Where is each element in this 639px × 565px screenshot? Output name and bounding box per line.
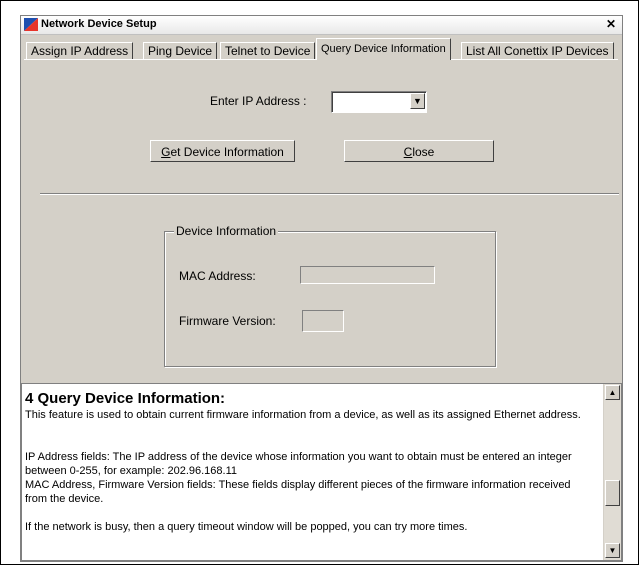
arrow-down-icon[interactable]: ▼ bbox=[605, 543, 620, 558]
close-button-label: lose bbox=[412, 145, 435, 159]
firmware-version-field bbox=[302, 310, 344, 332]
title-bar[interactable]: Network Device Setup ✕ bbox=[21, 16, 622, 35]
firmware-version-label: Firmware Version: bbox=[179, 314, 276, 328]
mac-address-label: MAC Address: bbox=[179, 269, 256, 283]
help-paragraph: If the network is busy, then a query tim… bbox=[25, 521, 468, 533]
help-paragraph: IP Address fields: The IP address of the… bbox=[25, 451, 572, 477]
enter-ip-address-label: Enter IP Address : bbox=[210, 94, 307, 108]
close-button[interactable]: Close bbox=[344, 140, 494, 162]
tab-list-all-conettix-ip-devices[interactable]: List All Conettix IP Devices bbox=[461, 42, 614, 60]
help-paragraph: MAC Address, Firmware Version fields: Th… bbox=[25, 479, 571, 505]
tab-assign-ip-address[interactable]: Assign IP Address bbox=[26, 42, 134, 60]
tab-query-device-information[interactable]: Query Device Information bbox=[316, 38, 451, 60]
close-icon[interactable]: ✕ bbox=[604, 17, 618, 31]
get-button-label: et Device Information bbox=[170, 145, 284, 159]
scrollbar-thumb[interactable] bbox=[605, 480, 620, 506]
window-title: Network Device Setup bbox=[41, 18, 157, 30]
tab-telnet-to-device[interactable]: Telnet to Device bbox=[220, 42, 316, 60]
help-text-pane[interactable]: 4 Query Device Information: This feature… bbox=[21, 383, 622, 561]
network-device-setup-window: Network Device Setup ✕ Assign IP Address… bbox=[20, 15, 623, 562]
help-heading: 4 Query Device Information: bbox=[25, 390, 226, 407]
query-device-panel: Enter IP Address : ▼ Get Device Informat… bbox=[24, 59, 619, 379]
group-title: Device Information bbox=[174, 224, 279, 238]
separator-line bbox=[40, 193, 619, 195]
device-information-group: Device Information MAC Address: Firmware… bbox=[164, 224, 496, 367]
arrow-up-icon[interactable]: ▲ bbox=[605, 385, 620, 400]
chevron-down-icon[interactable]: ▼ bbox=[410, 93, 425, 109]
get-device-information-button[interactable]: Get Device Information bbox=[150, 140, 295, 162]
tab-strip: Assign IP Address Ping Device Telnet to … bbox=[26, 38, 620, 60]
tab-ping-device[interactable]: Ping Device bbox=[143, 42, 218, 60]
help-paragraph: This feature is used to obtain current f… bbox=[25, 409, 581, 421]
ip-address-combobox[interactable]: ▼ bbox=[331, 91, 427, 113]
mac-address-field bbox=[300, 266, 435, 284]
help-scrollbar[interactable]: ▲ ▼ bbox=[603, 384, 621, 560]
network-app-icon bbox=[24, 18, 38, 31]
